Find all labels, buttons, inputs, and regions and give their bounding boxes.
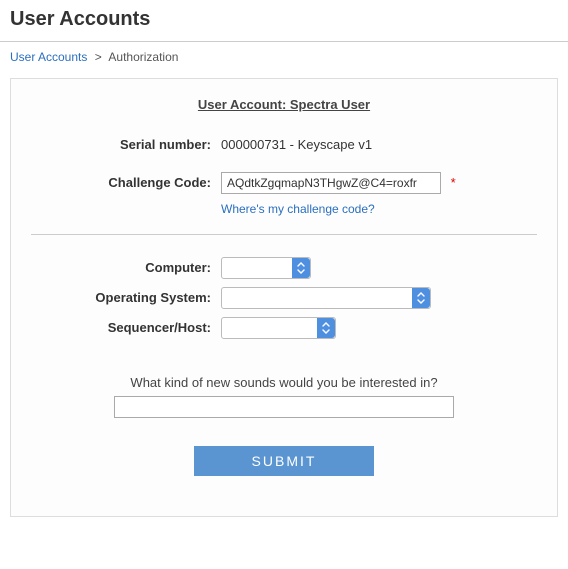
computer-select[interactable] (222, 258, 310, 278)
breadcrumb-root-link[interactable]: User Accounts (10, 50, 87, 64)
serial-number-value: 000000731 - Keyscape v1 (221, 137, 372, 152)
section-title: User Account: Spectra User (31, 97, 537, 112)
computer-label: Computer: (31, 257, 221, 279)
breadcrumb: User Accounts > Authorization (0, 42, 568, 78)
challenge-code-label: Challenge Code: (31, 172, 221, 194)
serial-number-label: Serial number: (31, 134, 221, 156)
sounds-question: What kind of new sounds would you be int… (31, 375, 537, 390)
sounds-input[interactable] (114, 396, 454, 418)
sequencer-label: Sequencer/Host: (31, 317, 221, 339)
sequencer-select[interactable] (222, 318, 335, 338)
breadcrumb-current: Authorization (108, 50, 178, 64)
challenge-code-input[interactable] (221, 172, 441, 194)
authorization-panel: User Account: Spectra User Serial number… (10, 78, 558, 517)
divider (31, 234, 537, 235)
operating-system-label: Operating System: (31, 287, 221, 309)
submit-button[interactable]: SUBMIT (194, 446, 374, 476)
sequencer-select-wrap (221, 317, 336, 339)
challenge-help-link[interactable]: Where's my challenge code? (221, 202, 375, 216)
os-select-wrap (221, 287, 431, 309)
operating-system-select[interactable] (222, 288, 430, 308)
breadcrumb-separator: > (95, 50, 102, 64)
computer-select-wrap (221, 257, 311, 279)
required-mark: * (451, 175, 456, 190)
page-title: User Accounts (0, 0, 568, 42)
